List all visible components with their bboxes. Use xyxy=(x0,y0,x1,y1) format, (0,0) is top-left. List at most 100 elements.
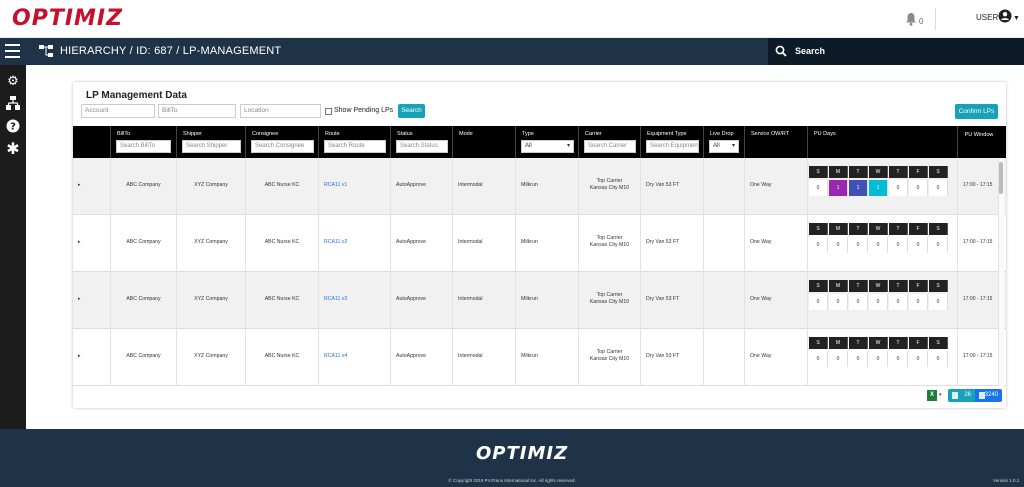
app-logo[interactable]: OPTIMIZ xyxy=(12,6,123,31)
service-cell-text: One Way xyxy=(750,296,772,302)
search-button[interactable]: Search xyxy=(398,104,425,118)
day-value[interactable]: 0 xyxy=(829,237,848,253)
chevron-down-icon[interactable]: ▼ xyxy=(1013,15,1020,22)
day-value[interactable]: 0 xyxy=(809,351,828,367)
route-cell-text[interactable]: RCA11 v1 xyxy=(319,182,390,188)
table-cell: Top Carrier Kansas City M10 xyxy=(579,272,641,329)
route-cell-text[interactable]: RCA11 v2 xyxy=(319,239,390,245)
day-header: T xyxy=(849,166,868,178)
consignee-cell-text: ABC Nurse KC xyxy=(264,353,300,359)
scrollbar-thumb[interactable] xyxy=(999,162,1003,194)
day-value[interactable]: 1 xyxy=(829,180,848,196)
day-value[interactable]: 0 xyxy=(889,237,908,253)
table-cell: One Way xyxy=(745,272,808,329)
sidebar: ⚙ ? ✱ xyxy=(0,65,26,429)
chevron-down-icon: ▾ xyxy=(731,143,735,149)
day-header: S xyxy=(809,223,828,235)
table-cell: Top Carrier Kansas City M10 xyxy=(579,158,641,215)
day-value[interactable]: 0 xyxy=(869,294,888,310)
route-column-search[interactable]: Search Route xyxy=(324,140,386,153)
card-title: LP Management Data xyxy=(86,90,187,101)
day-value[interactable]: 0 xyxy=(909,351,928,367)
livedrop-select[interactable]: All ▾ xyxy=(709,140,739,153)
table-cell xyxy=(704,215,745,272)
chevron-down-icon[interactable]: ▾ xyxy=(939,392,942,398)
table-cell: RCA11 v4 xyxy=(319,329,391,386)
day-value[interactable]: 0 xyxy=(929,237,948,253)
th-expand xyxy=(73,126,111,158)
day-value[interactable]: 0 xyxy=(809,237,828,253)
account-filter-input[interactable]: Account xyxy=(81,104,155,118)
count-badge-a[interactable]: 26 xyxy=(948,389,975,402)
table-cell: ABC Nurse KC xyxy=(246,329,319,386)
bell-icon[interactable] xyxy=(905,12,917,26)
day-value[interactable]: 0 xyxy=(909,180,928,196)
search-input[interactable]: Search xyxy=(795,46,825,56)
day-value[interactable]: 0 xyxy=(889,180,908,196)
day-value[interactable]: 0 xyxy=(829,294,848,310)
gears-icon[interactable]: ⚙ xyxy=(5,73,21,89)
location-filter-input[interactable]: Location xyxy=(240,104,321,118)
shipper-column-search[interactable]: Search Shipper xyxy=(182,140,241,153)
day-value[interactable]: 0 xyxy=(829,351,848,367)
excel-export-icon[interactable]: X xyxy=(927,390,937,401)
shipper-cell-text: XYZ Company xyxy=(194,353,228,359)
day-value[interactable]: 0 xyxy=(929,180,948,196)
show-pending-checkbox[interactable] xyxy=(325,108,332,115)
day-value[interactable]: 0 xyxy=(809,294,828,310)
day-value[interactable]: 0 xyxy=(869,351,888,367)
table-row[interactable]: ABC Company XYZ Company ABC Nurse KC RCA11 … xyxy=(73,158,1006,215)
day-value[interactable]: 0 xyxy=(889,294,908,310)
th-mode: Mode xyxy=(453,126,516,158)
confirm-lps-button[interactable]: Confirm LPs xyxy=(955,104,998,119)
day-value[interactable]: 0 xyxy=(929,351,948,367)
day-value[interactable]: 1 xyxy=(869,180,888,196)
billto-column-search[interactable]: Search BillTo xyxy=(116,140,171,153)
equipment-column-search[interactable]: Search Equipment xyxy=(646,140,699,153)
count-badge-b[interactable]: 3240 xyxy=(975,389,1002,402)
carrier-cell-text: Top Carrier Kansas City M10 xyxy=(579,178,640,192)
help-icon[interactable]: ? xyxy=(5,119,21,135)
expand-row-icon[interactable]: ▸ xyxy=(78,239,81,245)
route-cell-text[interactable]: RCA11 v3 xyxy=(319,296,390,302)
day-value[interactable]: 0 xyxy=(889,351,908,367)
lp-management-card: LP Management Data Account BillTo Locati… xyxy=(73,82,1006,408)
mode-cell-text: Intermodal xyxy=(458,182,483,188)
route-cell-text[interactable]: RCA11 v4 xyxy=(319,353,390,359)
asterisk-icon[interactable]: ✱ xyxy=(5,142,21,158)
hamburger-menu-icon[interactable] xyxy=(5,44,20,58)
status-column-search[interactable]: Search Status xyxy=(396,140,448,153)
table-row[interactable]: ABC Company XYZ Company ABC Nurse KC RCA11 … xyxy=(73,329,1006,386)
day-value[interactable]: 0 xyxy=(929,294,948,310)
carrier-cell-text: Top Carrier Kansas City M10 xyxy=(579,235,640,249)
global-search[interactable]: Search xyxy=(768,38,1024,65)
table-row[interactable]: ABC Company XYZ Company ABC Nurse KC RCA11 … xyxy=(73,272,1006,329)
user-avatar-icon[interactable] xyxy=(998,9,1012,23)
day-value[interactable]: 1 xyxy=(849,180,868,196)
expand-row-icon[interactable]: ▸ xyxy=(78,296,81,302)
day-value[interactable]: 0 xyxy=(849,237,868,253)
day-header: T xyxy=(889,223,908,235)
table-cell: ABC Company xyxy=(111,215,177,272)
day-header: W xyxy=(869,337,888,349)
day-header: M xyxy=(829,337,848,349)
hierarchy-tree-icon[interactable] xyxy=(5,96,21,112)
expand-row-icon[interactable]: ▸ xyxy=(78,353,81,359)
day-header: S xyxy=(809,166,828,178)
expand-row-icon[interactable]: ▸ xyxy=(78,182,81,188)
day-value[interactable]: 0 xyxy=(849,351,868,367)
type-select[interactable]: All ▾ xyxy=(521,140,574,153)
day-value[interactable]: 0 xyxy=(849,294,868,310)
table-cell: ABC Nurse KC xyxy=(246,158,319,215)
carrier-column-search[interactable]: Search Carrier xyxy=(584,140,636,153)
day-value[interactable]: 0 xyxy=(909,294,928,310)
th-route: Route Search Route xyxy=(319,126,391,158)
day-value[interactable]: 0 xyxy=(809,180,828,196)
day-value[interactable]: 0 xyxy=(869,237,888,253)
day-value[interactable]: 0 xyxy=(909,237,928,253)
type-cell-text: Milkrun xyxy=(521,239,538,245)
user-label[interactable]: USER xyxy=(976,13,998,22)
consignee-column-search[interactable]: Search Consignee xyxy=(251,140,314,153)
billto-filter-input[interactable]: BillTo xyxy=(158,104,236,118)
table-row[interactable]: ABC Company XYZ Company ABC Nurse KC RCA11 … xyxy=(73,215,1006,272)
